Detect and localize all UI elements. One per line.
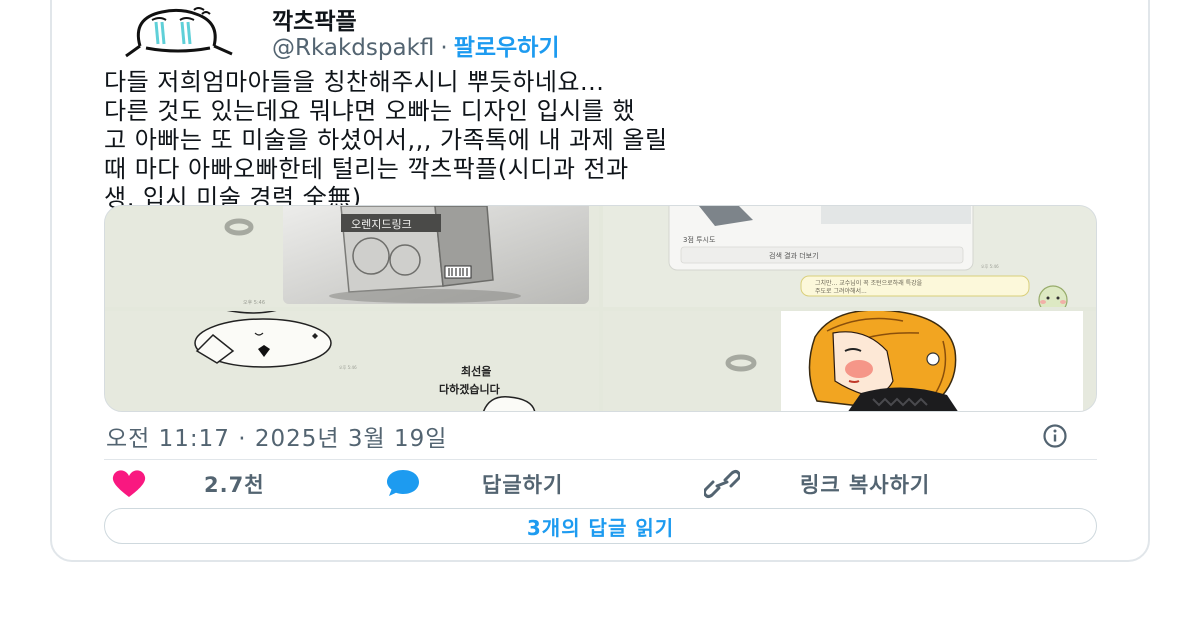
doodle-image: 오후 5:46 최선을 다하겠습니다 xyxy=(194,311,536,411)
media-image-carton-drawing[interactable]: 오후 5:46 오렌지드링크 xyxy=(105,206,599,307)
svg-text:오후 5:46: 오후 5:46 xyxy=(243,300,265,306)
crying-face-avatar-icon xyxy=(125,7,233,58)
media-image-portrait-drawing[interactable] xyxy=(603,311,1096,411)
separator-dot: · xyxy=(440,35,448,61)
doodle-caption-1: 최선을 xyxy=(461,364,491,378)
tweet-text-line: 다른 것도 있는데요 뭐냐면 오빠는 디자인 입시를 했 xyxy=(104,97,636,125)
chat-bubble-line-2: 주도로 그려야해서... xyxy=(815,287,867,295)
svg-text:오후 5:46: 오후 5:46 xyxy=(981,263,999,269)
media-grid: 오후 5:46 오렌지드링크 3점 투시도 검색 결과 더보기 오후 5:46 … xyxy=(104,205,1097,412)
chat-screenshot-image: 3점 투시도 검색 결과 더보기 오후 5:46 그치만... 교수님이 꼭 조… xyxy=(668,206,1068,307)
heart-icon xyxy=(112,470,146,497)
speech-bubble-icon xyxy=(387,470,419,496)
media-image-chat-screenshot[interactable]: 3점 투시도 검색 결과 더보기 오후 5:46 그치만... 교수님이 꼭 조… xyxy=(603,206,1096,307)
copy-link-button[interactable]: 링크 복사하기 xyxy=(704,464,930,504)
doodle-caption-2: 다하겠습니다 xyxy=(439,382,501,396)
tweet-timestamp[interactable]: 오전 11:17 · 2025년 3월 19일 xyxy=(106,419,447,453)
divider xyxy=(104,459,1097,460)
reply-button[interactable]: 답글하기 xyxy=(386,464,563,504)
tweet-text-line: 때 마다 아빠오빠한테 털리는 깍츠팍플(시디과 전과 xyxy=(104,155,629,183)
chat-text-perspective: 3점 투시도 xyxy=(683,236,716,244)
tweet-text: 다들 저희엄마아들을 칭찬해주시니 뿌듯하네요... 다른 것도 있는데요 뭐냐… xyxy=(104,68,1104,213)
tweet-text-line: 고 아빠는 또 미술을 하셨어서,,, 가족톡에 내 과제 올릴 xyxy=(104,126,668,154)
avatar[interactable] xyxy=(118,4,242,60)
portrait-drawing-image xyxy=(725,311,1083,411)
tweet-text-line: 다들 저희엄마아들을 칭찬해주시니 뿌듯하네요... xyxy=(104,68,605,96)
reply-label: 답글하기 xyxy=(482,473,564,497)
copy-link-label: 링크 복사하기 xyxy=(800,473,931,497)
action-bar: 2.7천 답글하기 링크 복사하기 xyxy=(104,464,1097,504)
svg-text:오후 5:46: 오후 5:46 xyxy=(339,364,357,370)
like-count: 2.7천 xyxy=(204,473,265,497)
media-image-doodle[interactable]: 오후 5:46 최선을 다하겠습니다 xyxy=(105,311,599,411)
follow-button[interactable]: 팔로우하기 xyxy=(454,35,560,61)
info-icon[interactable] xyxy=(1042,423,1068,449)
carton-label: 오렌지드링크 xyxy=(351,218,412,231)
read-replies-button[interactable]: 3개의 답글 읽기 xyxy=(104,508,1097,544)
author-handle-row: @Rkakdspakfl · 팔로우하기 xyxy=(272,28,560,62)
author-handle[interactable]: @Rkakdspakfl xyxy=(272,35,434,61)
chat-bubble-line-1: 그치만... 교수님이 꼭 조턴으로하래 특강을 xyxy=(815,279,923,287)
link-icon xyxy=(704,470,740,498)
carton-drawing-image: 오후 5:46 오렌지드링크 xyxy=(224,206,589,306)
chat-text-more-results: 검색 결과 더보기 xyxy=(769,251,819,260)
like-button[interactable]: 2.7천 xyxy=(108,464,265,504)
